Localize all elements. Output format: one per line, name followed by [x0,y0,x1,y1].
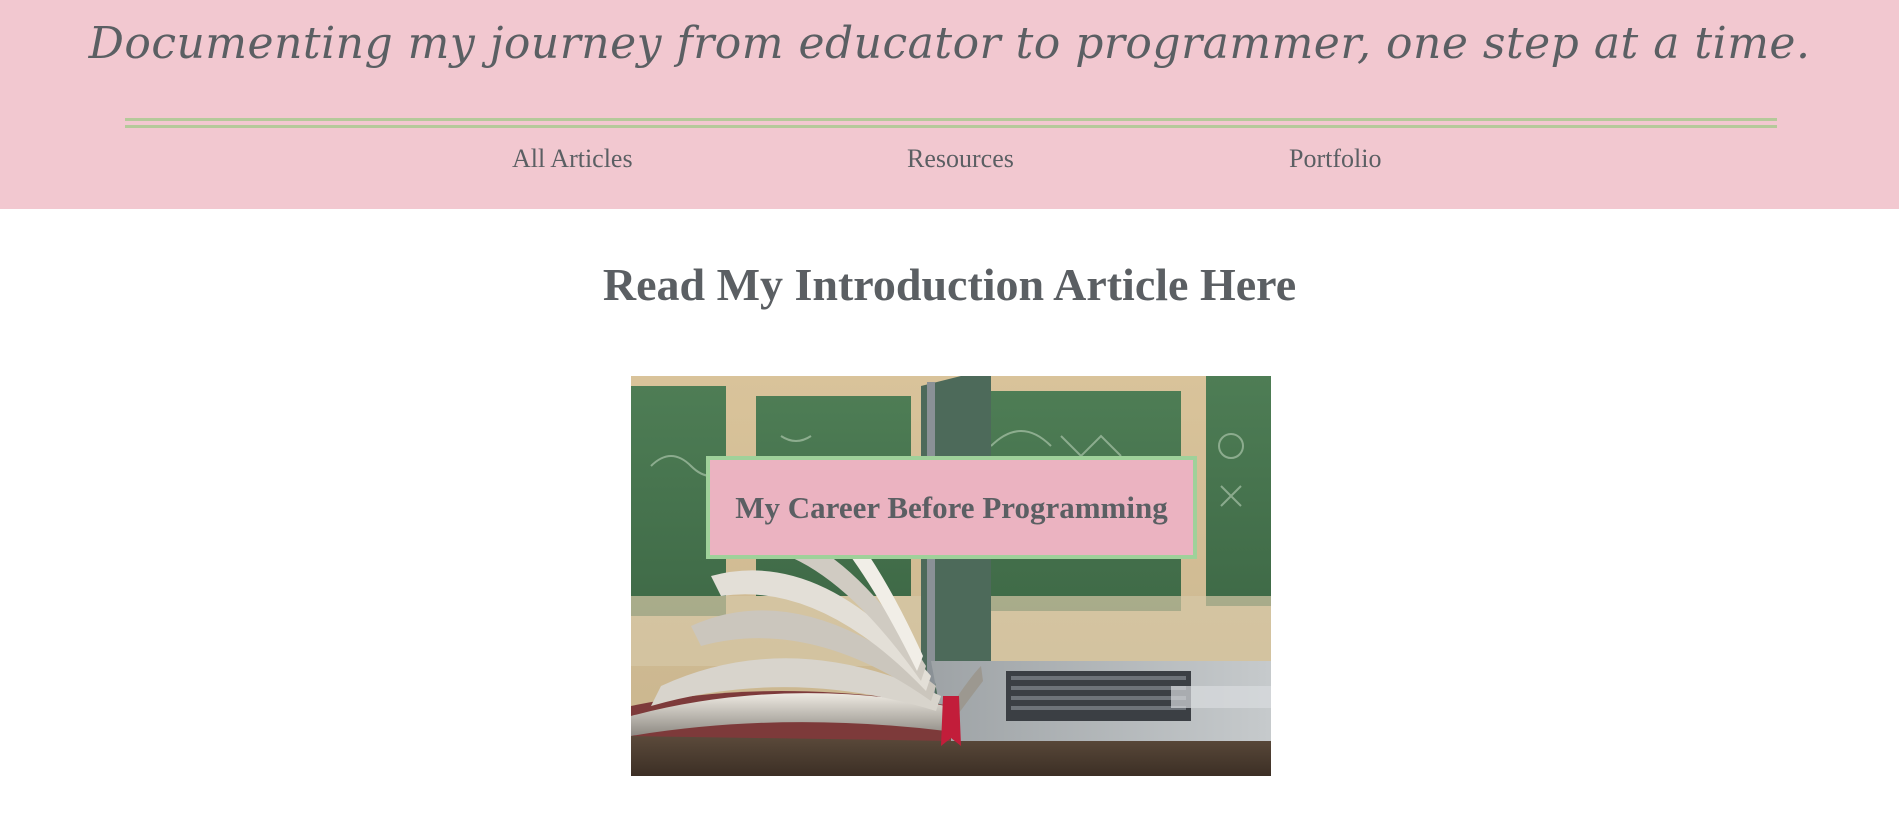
intro-heading: Read My Introduction Article Here [602,259,1297,310]
nav-link-resources[interactable]: Resources [907,144,1014,174]
header-divider [125,118,1777,128]
nav-link-all-articles[interactable]: All Articles [512,144,633,174]
book-and-laptop-image [631,376,1271,776]
nav-link-portfolio[interactable]: Portfolio [1289,144,1381,174]
main-nav: All Articles Resources Portfolio [0,144,1899,180]
featured-article-title[interactable]: My Career Before Programming [706,456,1197,559]
site-tagline: Documenting my journey from educator to … [88,18,1811,69]
site-header: Documenting my journey from educator to … [0,0,1899,209]
featured-article-card[interactable]: My Career Before Programming [631,376,1271,776]
